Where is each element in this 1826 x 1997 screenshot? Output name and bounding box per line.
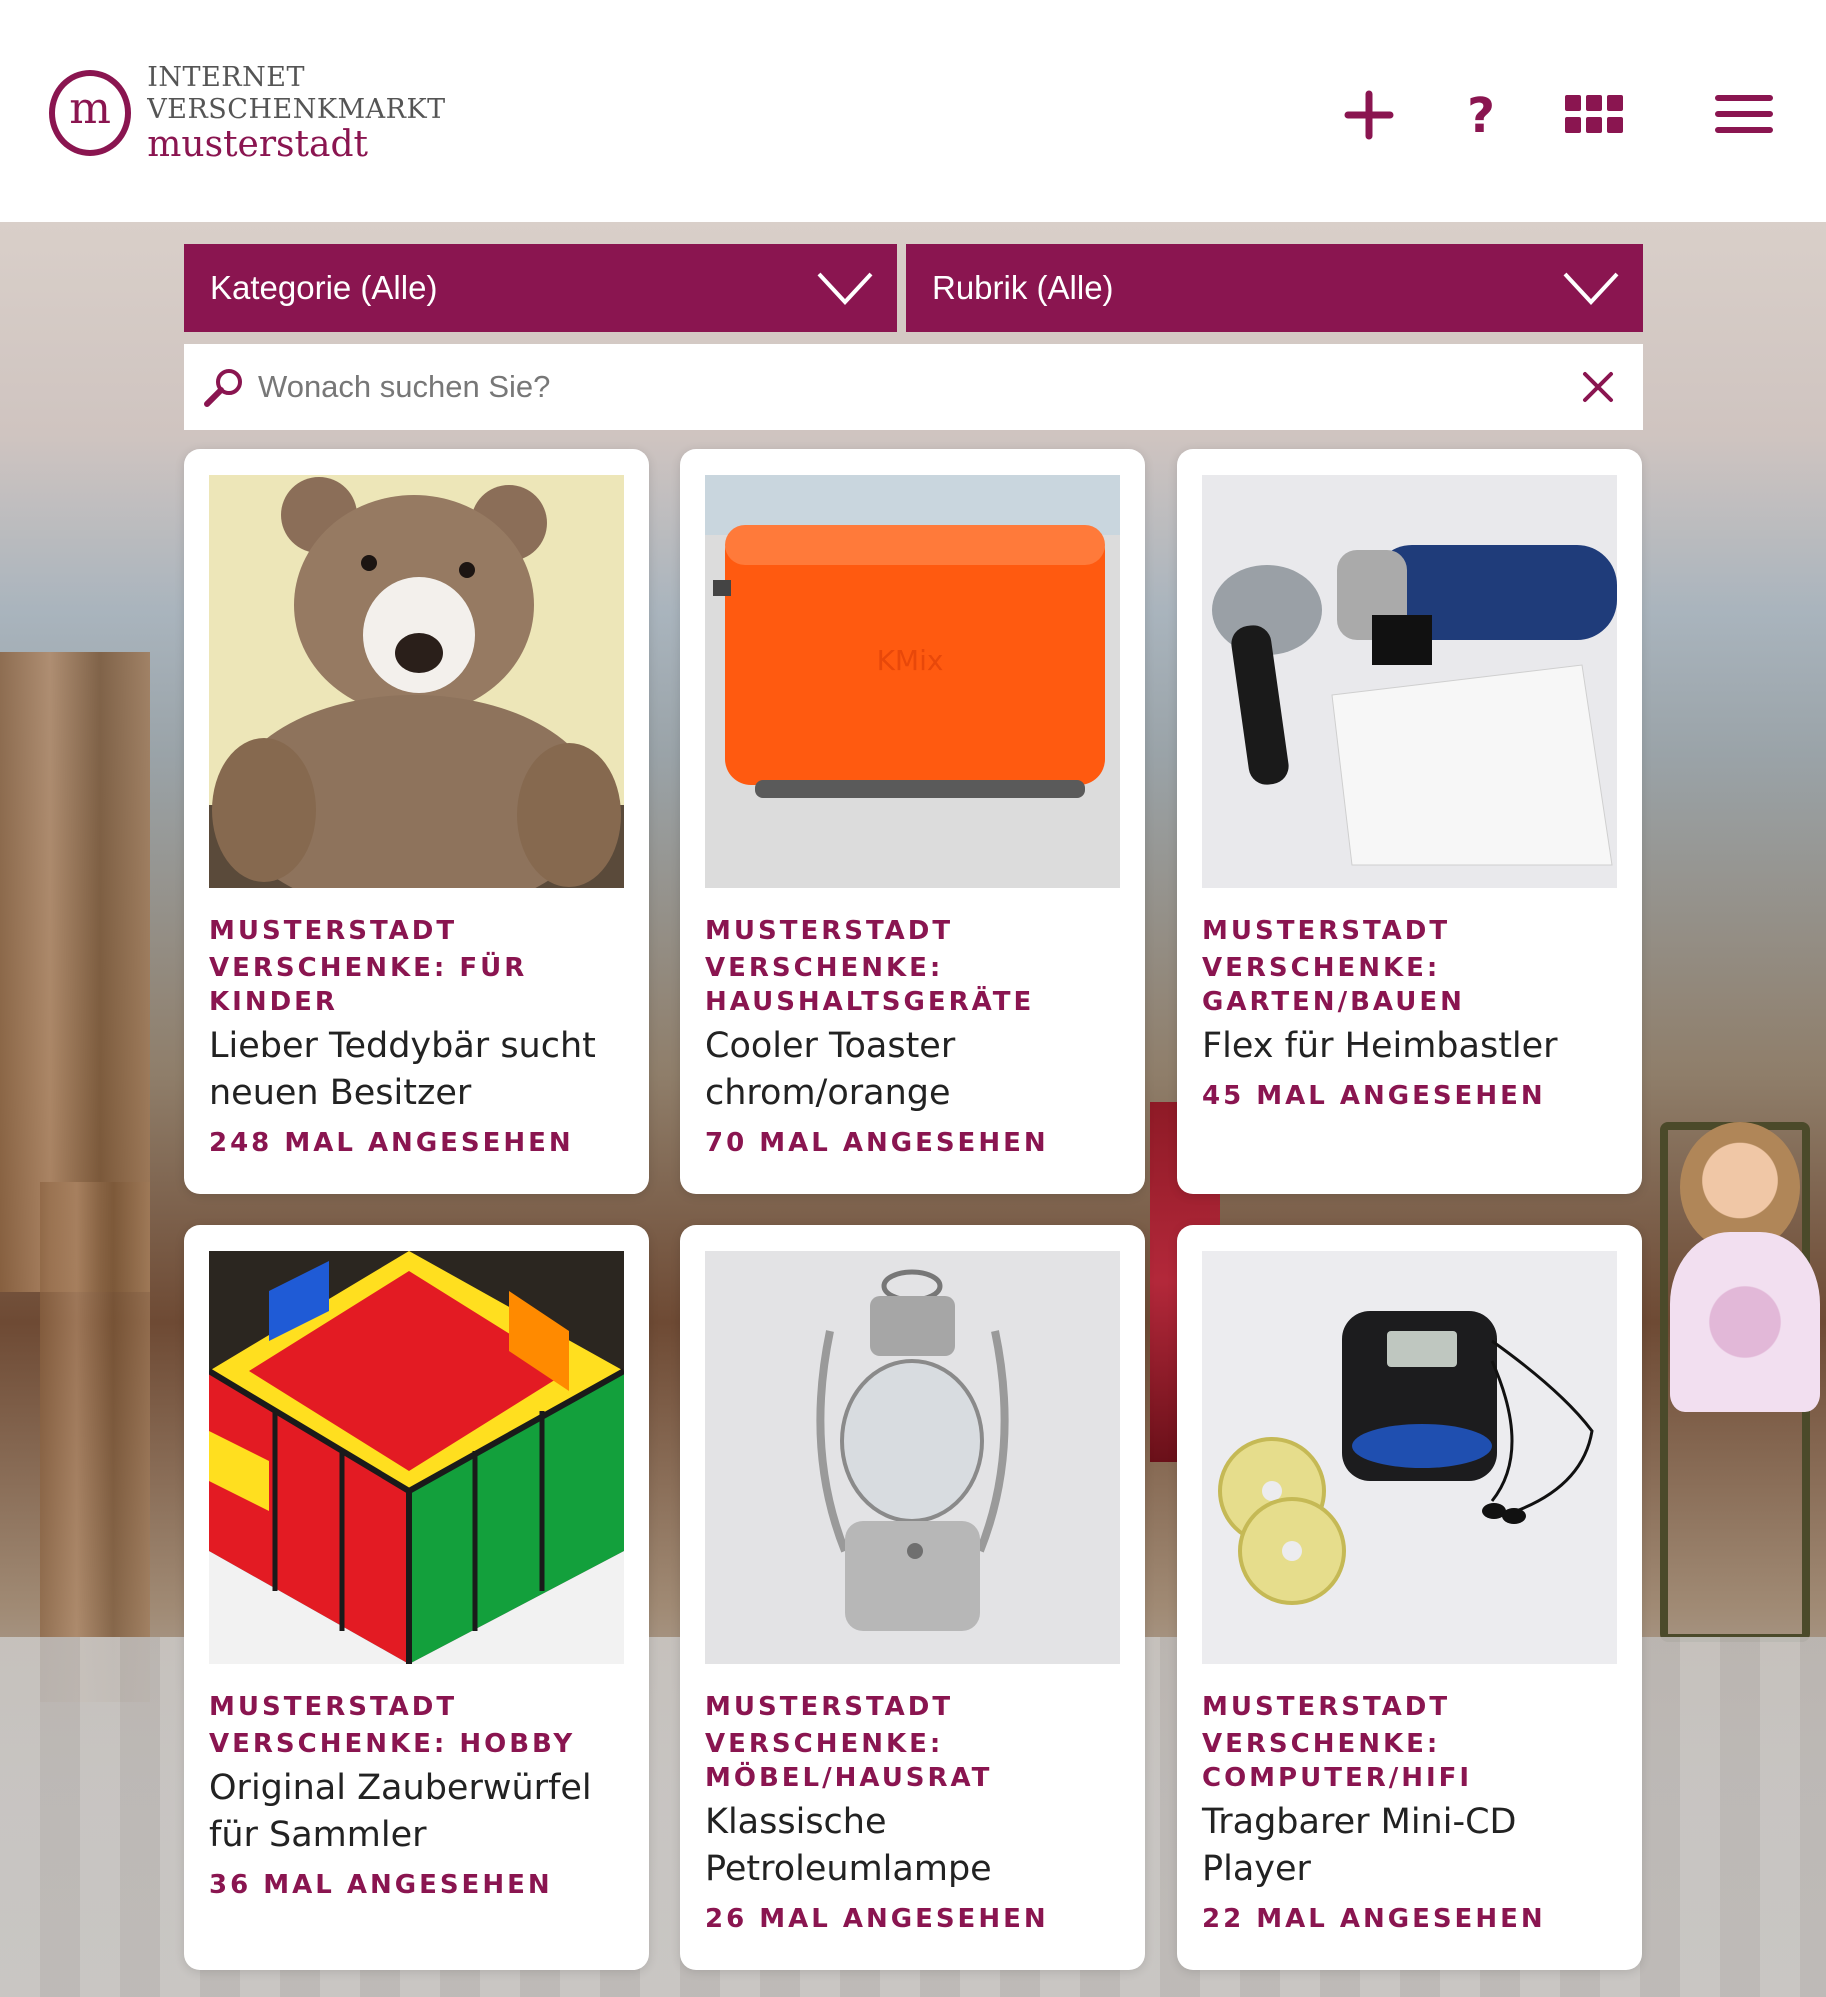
- listing-views: 36 MAL ANGESEHEN: [209, 1870, 553, 1900]
- logo-tagline: INTERNET VERSCHENKMARKT: [147, 62, 446, 125]
- listing-image-oil-lamp[interactable]: [705, 1251, 1120, 1664]
- svg-text:?: ?: [1467, 88, 1495, 144]
- listing-category: VERSCHENKE: GARTEN/BAUEN: [1202, 953, 1465, 1017]
- grid-icon[interactable]: [1559, 80, 1629, 150]
- search-bar: [184, 344, 1643, 430]
- site-header: m INTERNET VERSCHENKMARKT musterstadt ?: [0, 0, 1826, 222]
- close-icon[interactable]: [1579, 368, 1617, 406]
- category-select[interactable]: Kategorie (Alle): [184, 244, 897, 332]
- hamburger-icon[interactable]: [1708, 80, 1778, 150]
- listing-card[interactable]: MUSTERSTADT VERSCHENKE: COMPUTER/HIFI Tr…: [1177, 1225, 1642, 1970]
- listing-title[interactable]: Tragbarer Mini-CD Player: [1202, 1799, 1627, 1893]
- search-icon: [204, 369, 242, 407]
- listing-views: 45 MAL ANGESEHEN: [1202, 1081, 1546, 1111]
- listing-title[interactable]: Klassische Petroleumlampe: [705, 1799, 1130, 1893]
- listing-location: MUSTERSTADT: [1202, 916, 1451, 946]
- site-logo[interactable]: m INTERNET VERSCHENKMARKT musterstadt: [49, 62, 589, 164]
- listing-category: VERSCHENKE: HAUSHALTSGERÄTE: [705, 953, 1035, 1017]
- listing-title[interactable]: Original Zauberwürfel für Sammler: [209, 1765, 634, 1859]
- listing-location: MUSTERSTADT: [705, 916, 954, 946]
- logo-city: musterstadt: [147, 124, 368, 165]
- listing-card[interactable]: MUSTERSTADT VERSCHENKE: HOBBY Original Z…: [184, 1225, 649, 1970]
- section-select-label: Rubrik (Alle): [932, 269, 1114, 306]
- section-select[interactable]: Rubrik (Alle): [906, 244, 1643, 332]
- listing-category: VERSCHENKE: COMPUTER/HIFI: [1202, 1729, 1473, 1793]
- category-select-label: Kategorie (Alle): [210, 269, 438, 306]
- listing-views: 248 MAL ANGESEHEN: [209, 1128, 574, 1158]
- listing-views: 26 MAL ANGESEHEN: [705, 1904, 1049, 1934]
- listing-views: 22 MAL ANGESEHEN: [1202, 1904, 1546, 1934]
- listing-title[interactable]: Cooler Toaster chrom/orange: [705, 1023, 1130, 1117]
- logo-mark: m: [49, 70, 132, 156]
- listing-image-rubiks-cube[interactable]: [209, 1251, 624, 1664]
- svg-text:KMix: KMix: [877, 644, 944, 677]
- listing-card[interactable]: MUSTERSTADT VERSCHENKE: MÖBEL/HAUSRAT Kl…: [680, 1225, 1145, 1970]
- listing-card[interactable]: KMix MUSTERSTADT VERSCHENKE: HAUSHALTSGE…: [680, 449, 1145, 1194]
- chevron-down-icon: [817, 272, 873, 305]
- listing-title[interactable]: Lieber Teddybär sucht neuen Besitzer: [209, 1023, 634, 1117]
- listing-card[interactable]: MUSTERSTADT VERSCHENKE: FÜR KINDER Liebe…: [184, 449, 649, 1194]
- listing-image-toaster[interactable]: KMix: [705, 475, 1120, 888]
- listing-image-teddy-bear[interactable]: [209, 475, 624, 888]
- listing-image-angle-grinder[interactable]: [1202, 475, 1617, 888]
- listing-title[interactable]: Flex für Heimbastler: [1202, 1023, 1627, 1070]
- chevron-down-icon: [1563, 272, 1619, 305]
- plus-icon[interactable]: [1334, 80, 1404, 150]
- listing-location: MUSTERSTADT: [209, 1692, 458, 1722]
- listing-location: MUSTERSTADT: [705, 1692, 954, 1722]
- listing-category: VERSCHENKE: HOBBY: [209, 1729, 576, 1759]
- question-icon[interactable]: ?: [1446, 80, 1516, 150]
- listing-image-cd-player[interactable]: [1202, 1251, 1617, 1664]
- listing-category: VERSCHENKE: FÜR KINDER: [209, 953, 528, 1017]
- listing-card[interactable]: MUSTERSTADT VERSCHENKE: GARTEN/BAUEN Fle…: [1177, 449, 1642, 1194]
- listing-location: MUSTERSTADT: [209, 916, 458, 946]
- listing-location: MUSTERSTADT: [1202, 1692, 1451, 1722]
- listing-category: VERSCHENKE: MÖBEL/HAUSRAT: [705, 1729, 993, 1793]
- listing-views: 70 MAL ANGESEHEN: [705, 1128, 1049, 1158]
- search-input[interactable]: [258, 356, 1538, 418]
